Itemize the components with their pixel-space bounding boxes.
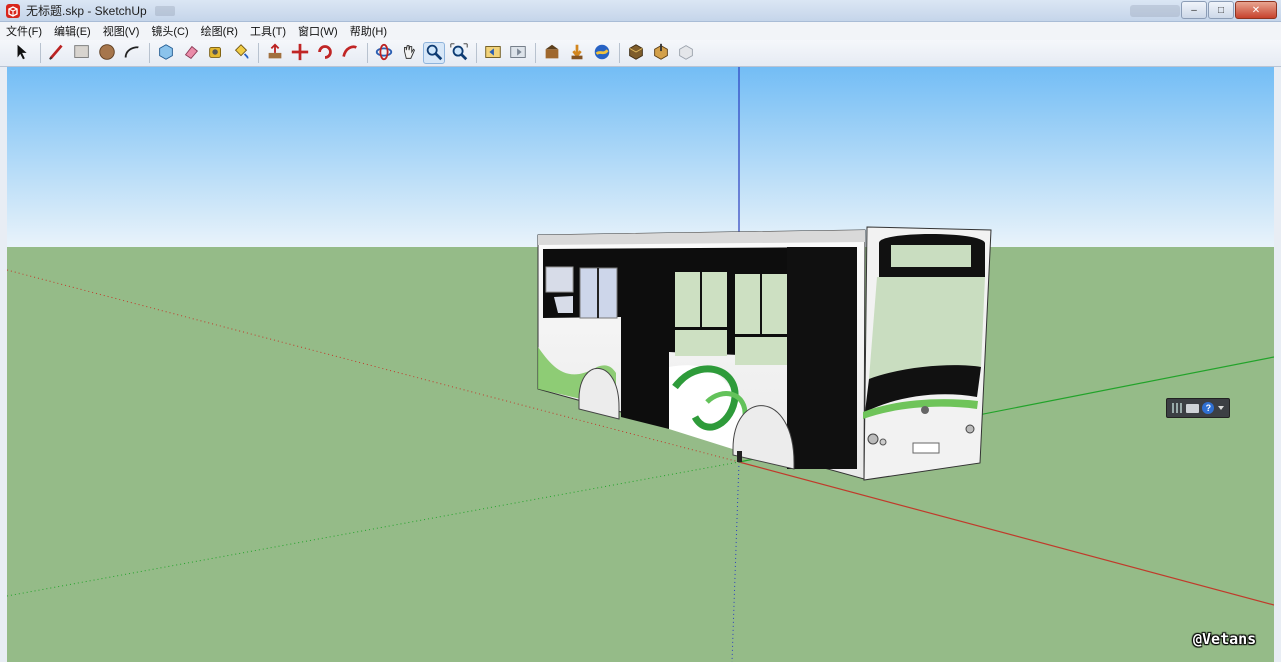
maximize-button[interactable]: □ xyxy=(1208,1,1234,19)
title-blur-mark xyxy=(154,5,175,16)
rotate-tool-button[interactable] xyxy=(314,42,336,64)
window-controls: – □ ✕ xyxy=(1180,1,1277,19)
tape-measure-icon xyxy=(206,42,226,65)
paint-bucket-icon xyxy=(231,42,251,65)
zoom-tool-button[interactable] xyxy=(423,42,445,64)
follow-me-icon xyxy=(340,42,360,65)
menu-camera[interactable]: 镜头(C) xyxy=(151,23,188,39)
bus-front-plate xyxy=(912,442,940,454)
minimize-button[interactable]: – xyxy=(1181,1,1207,19)
eraser-icon xyxy=(181,42,201,65)
viewport-frame-left xyxy=(0,67,7,662)
circle-tool-button[interactable] xyxy=(96,42,118,64)
pencil-line-tool-button[interactable] xyxy=(46,42,68,64)
sketchup-logo-icon xyxy=(5,3,21,19)
share-model-tool-button[interactable] xyxy=(591,42,613,64)
extension-manager-tool-button[interactable] xyxy=(675,42,697,64)
select-arrow-tool-button[interactable] xyxy=(12,42,34,64)
toolbar-separator xyxy=(367,43,368,63)
bus-front-destination-screen xyxy=(891,245,971,267)
orbit-icon xyxy=(374,42,394,65)
scene-canvas[interactable] xyxy=(7,67,1274,662)
window-title: 无标题.skp - SketchUp xyxy=(26,4,147,18)
extension-manager-icon xyxy=(676,42,696,65)
previous-view-icon xyxy=(483,42,503,65)
watermark-text: @Vetans xyxy=(1193,630,1257,648)
layout-send-icon xyxy=(651,42,671,65)
previous-view-tool-button[interactable] xyxy=(482,42,504,64)
menu-edit[interactable]: 编辑(E) xyxy=(54,23,91,39)
zoom-extents-icon xyxy=(449,42,469,65)
dropdown-arrow-icon[interactable] xyxy=(1218,406,1225,410)
bus-headlight-left xyxy=(867,433,879,445)
zoom-extents-tool-button[interactable] xyxy=(448,42,470,64)
grip-icon[interactable] xyxy=(1171,403,1182,413)
rectangle-icon xyxy=(72,42,92,65)
menu-draw[interactable]: 绘图(R) xyxy=(201,23,238,39)
close-button[interactable]: ✕ xyxy=(1235,1,1277,19)
next-view-tool-button[interactable] xyxy=(507,42,529,64)
arc-icon xyxy=(122,42,142,65)
toolbar-separator xyxy=(149,43,150,63)
model-viewport[interactable] xyxy=(7,67,1274,662)
bus-windshield xyxy=(869,277,985,379)
rectangle-tool-button[interactable] xyxy=(71,42,93,64)
select-arrow-icon xyxy=(13,42,33,65)
menu-tools[interactable]: 工具(T) xyxy=(250,23,286,39)
extension-warehouse-tool-button[interactable] xyxy=(625,42,647,64)
title-blur-area xyxy=(1130,5,1180,17)
follow-me-tool-button[interactable] xyxy=(339,42,361,64)
get-models-icon xyxy=(567,42,587,65)
next-view-icon xyxy=(508,42,528,65)
tape-measure-tool-button[interactable] xyxy=(205,42,227,64)
make-component-icon xyxy=(156,42,176,65)
bus-front-emblem xyxy=(921,406,929,414)
toolbar-separator xyxy=(619,43,620,63)
main-toolbar xyxy=(0,40,1281,67)
menu-view[interactable]: 视图(V) xyxy=(103,23,140,39)
layout-send-tool-button[interactable] xyxy=(650,42,672,64)
menu-window[interactable]: 窗口(W) xyxy=(298,23,338,39)
pencil-line-icon xyxy=(47,42,67,65)
keyboard-icon[interactable] xyxy=(1185,403,1199,413)
extension-warehouse-icon xyxy=(626,42,646,65)
warehouse-icon xyxy=(542,42,562,65)
move-icon xyxy=(290,42,310,65)
zoom-icon xyxy=(424,42,444,65)
menu-bar: 文件(F) 编辑(E) 视图(V) 镜头(C) 绘图(R) 工具(T) 窗口(W… xyxy=(0,22,1281,40)
toolbar-separator xyxy=(535,43,536,63)
navigation-widget[interactable]: ? xyxy=(1166,398,1230,418)
move-tool-button[interactable] xyxy=(289,42,311,64)
push-pull-tool-button[interactable] xyxy=(264,42,286,64)
rotate-icon xyxy=(315,42,335,65)
toolbar-separator xyxy=(40,43,41,63)
share-model-icon xyxy=(592,42,612,65)
help-icon[interactable]: ? xyxy=(1202,402,1215,414)
arc-tool-button[interactable] xyxy=(121,42,143,64)
pan-hand-tool-button[interactable] xyxy=(398,42,420,64)
sky xyxy=(7,67,1274,247)
orbit-tool-button[interactable] xyxy=(373,42,395,64)
bus-window-mid-4 xyxy=(735,337,787,365)
bus-headlight-right xyxy=(965,424,975,434)
circle-icon xyxy=(97,42,117,65)
bus-window-small-1 xyxy=(545,266,574,293)
menu-help[interactable]: 帮助(H) xyxy=(350,23,387,39)
eraser-tool-button[interactable] xyxy=(180,42,202,64)
bus-window-mid-2 xyxy=(675,330,727,356)
toolbar-separator xyxy=(258,43,259,63)
warehouse-tool-button[interactable] xyxy=(541,42,563,64)
make-component-tool-button[interactable] xyxy=(155,42,177,64)
push-pull-icon xyxy=(265,42,285,65)
paint-bucket-tool-button[interactable] xyxy=(230,42,252,64)
toolbar-separator xyxy=(476,43,477,63)
bus-wheel-foot xyxy=(737,451,742,462)
get-models-tool-button[interactable] xyxy=(566,42,588,64)
viewport-frame-right xyxy=(1274,67,1281,662)
bus-front-door-block xyxy=(787,247,857,469)
title-bar: 无标题.skp - SketchUp – □ ✕ xyxy=(0,0,1281,22)
menu-file[interactable]: 文件(F) xyxy=(6,23,42,39)
pan-hand-icon xyxy=(399,42,419,65)
